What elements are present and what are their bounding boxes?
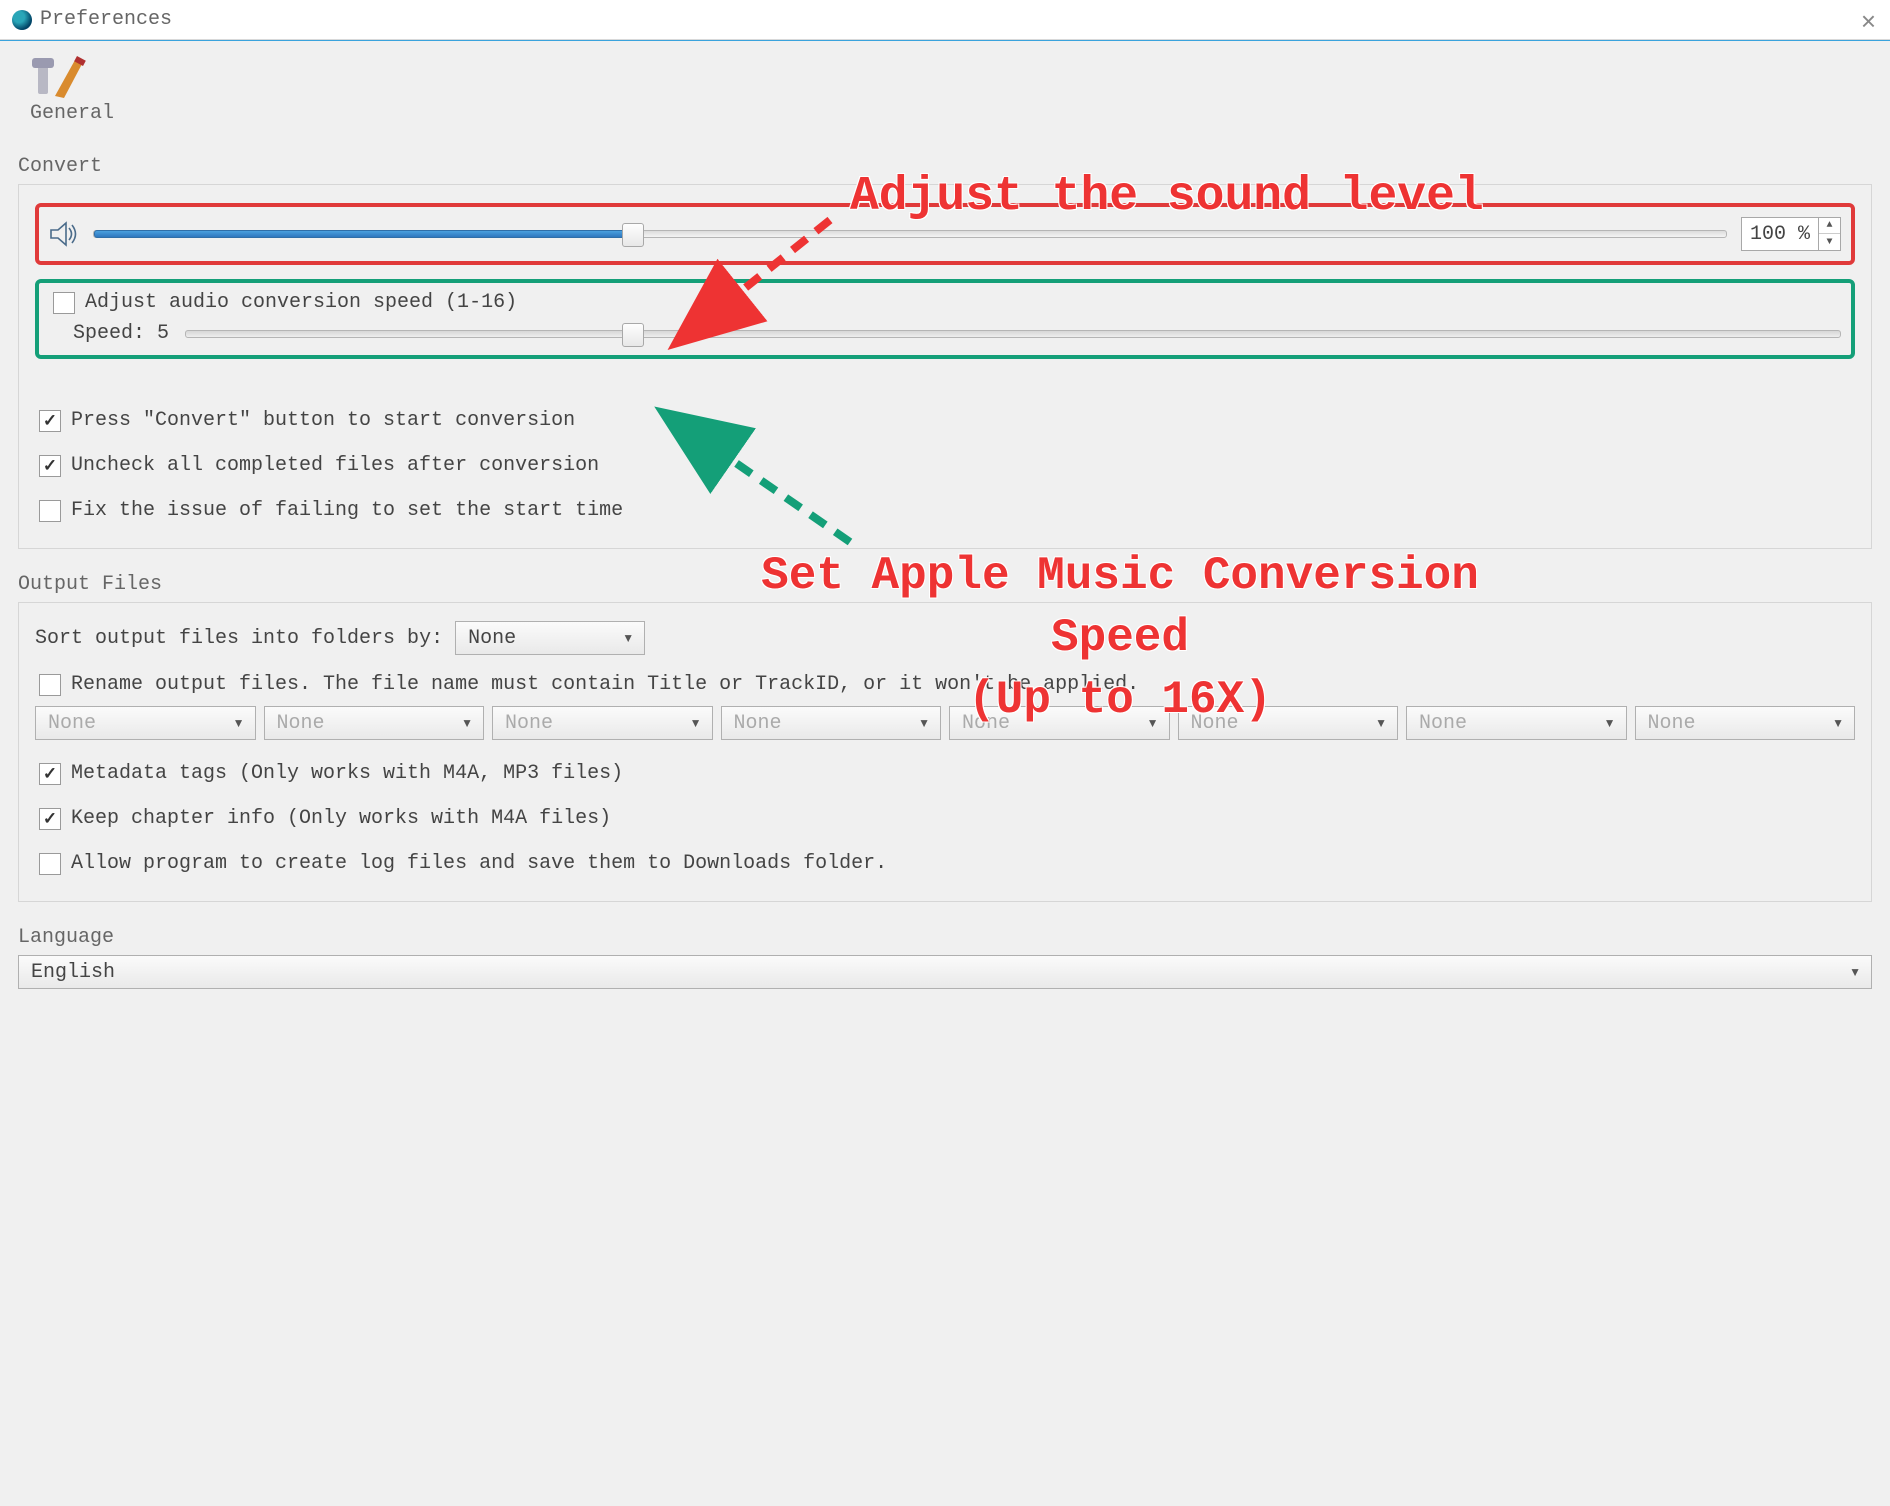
close-button[interactable]: × — [1861, 6, 1876, 37]
chapter-checkbox[interactable]: ✓ — [39, 808, 61, 830]
speaker-icon — [49, 219, 79, 249]
speed-slider-thumb[interactable] — [622, 323, 644, 347]
toolbar: General — [18, 40, 1872, 131]
rename-combo-6[interactable]: None▼ — [1178, 706, 1399, 740]
volume-slider[interactable] — [93, 230, 1727, 238]
volume-row-highlight: 100 % ▲ ▼ — [35, 203, 1855, 265]
rename-combo-8[interactable]: None▼ — [1635, 706, 1856, 740]
metadata-checkbox[interactable]: ✓ — [39, 763, 61, 785]
speed-slider[interactable] — [185, 330, 1841, 338]
output-section-label: Output Files — [18, 573, 1872, 596]
rename-combo-5[interactable]: None▼ — [949, 706, 1170, 740]
rename-checkbox[interactable] — [39, 674, 61, 696]
language-combo[interactable]: English▼ — [18, 955, 1872, 989]
volume-spin-down[interactable]: ▼ — [1819, 234, 1840, 250]
titlebar: Preferences × — [0, 0, 1890, 40]
window-title: Preferences — [40, 8, 172, 31]
sort-combo[interactable]: None▼ — [455, 621, 645, 655]
convert-section-label: Convert — [18, 155, 1872, 178]
rename-combo-7[interactable]: None▼ — [1406, 706, 1627, 740]
metadata-label: Metadata tags (Only works with M4A, MP3 … — [71, 762, 623, 785]
press-convert-label: Press "Convert" button to start conversi… — [71, 409, 575, 432]
uncheck-completed-label: Uncheck all completed files after conver… — [71, 454, 599, 477]
rename-combo-2[interactable]: None▼ — [264, 706, 485, 740]
fix-start-time-label: Fix the issue of failing to set the star… — [71, 499, 623, 522]
app-icon — [12, 10, 32, 30]
language-section-label: Language — [18, 926, 1872, 949]
output-group: Sort output files into folders by: None▼… — [18, 602, 1872, 902]
volume-spinbox[interactable]: 100 % ▲ ▼ — [1741, 217, 1841, 251]
uncheck-completed-checkbox[interactable]: ✓ — [39, 455, 61, 477]
volume-spin-up[interactable]: ▲ — [1819, 218, 1840, 234]
speed-label: Speed: 5 — [73, 322, 169, 345]
log-label: Allow program to create log files and sa… — [71, 852, 887, 875]
adjust-speed-checkbox[interactable] — [53, 292, 75, 314]
general-tab-label[interactable]: General — [30, 102, 114, 125]
chapter-label: Keep chapter info (Only works with M4A f… — [71, 807, 611, 830]
rename-combo-1[interactable]: None▼ — [35, 706, 256, 740]
adjust-speed-label: Adjust audio conversion speed (1-16) — [85, 291, 517, 314]
general-icon[interactable] — [30, 54, 90, 98]
volume-value: 100 % — [1742, 223, 1818, 246]
speed-row-highlight: Adjust audio conversion speed (1-16) Spe… — [35, 279, 1855, 359]
convert-group: 100 % ▲ ▼ Adjust audio conversion speed … — [18, 184, 1872, 549]
sort-label: Sort output files into folders by: — [35, 627, 443, 650]
press-convert-checkbox[interactable]: ✓ — [39, 410, 61, 432]
fix-start-time-checkbox[interactable] — [39, 500, 61, 522]
rename-combo-4[interactable]: None▼ — [721, 706, 942, 740]
rename-combo-3[interactable]: None▼ — [492, 706, 713, 740]
rename-label: Rename output files. The file name must … — [71, 673, 1139, 696]
volume-slider-thumb[interactable] — [622, 223, 644, 247]
log-checkbox[interactable] — [39, 853, 61, 875]
